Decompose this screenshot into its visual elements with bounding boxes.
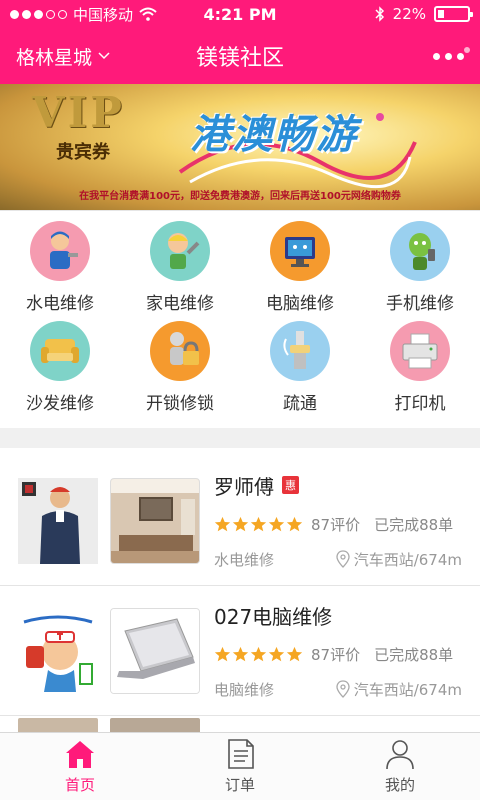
listing-category: 水电维修	[214, 550, 275, 569]
listing-location: 汽车西站/674m	[353, 680, 462, 699]
room-photo	[110, 477, 200, 564]
shop-logo	[18, 607, 98, 694]
printer-icon	[390, 321, 450, 381]
battery-percent: 22%	[392, 5, 426, 23]
plumber-icon	[30, 221, 90, 281]
category-label: 疏通	[283, 394, 317, 414]
tab-profile[interactable]: 我的	[320, 733, 480, 800]
rating-stars	[214, 516, 303, 533]
category-plumbing[interactable]: 水电维修	[0, 221, 120, 321]
category-label: 打印机	[394, 394, 446, 414]
tab-label: 订单	[224, 776, 255, 794]
lock-icon	[150, 321, 210, 381]
category-lock[interactable]: 开锁修锁	[120, 321, 240, 421]
category-label: 家电维修	[146, 294, 214, 314]
banner-promo-text: 在我平台消费满100元，即送免费港澳游，回来后再送100元网络购物券	[79, 191, 401, 202]
signal-dots-icon	[10, 9, 67, 19]
chevron-down-icon	[98, 52, 110, 60]
user-icon	[386, 740, 414, 770]
phone-repair-icon	[390, 221, 450, 281]
category-printer[interactable]: 打印机	[360, 321, 480, 421]
star-icon	[250, 516, 267, 531]
listing-category: 电脑维修	[214, 680, 275, 699]
category-phone[interactable]: 手机维修	[360, 221, 480, 321]
banner-vip-sub: 贵宾券	[56, 142, 110, 163]
listing-list: 罗师傅 惠 87评价 已完成88单 水电维修 汽车西站/674m 027电脑维修…	[0, 448, 480, 732]
review-count: 87评价	[311, 645, 361, 664]
list-item[interactable]: 027电脑维修 87评价 已完成88单 电脑维修 汽车西站/674m	[0, 586, 480, 716]
sofa-icon	[30, 321, 90, 381]
star-icon	[214, 516, 231, 531]
appliance-repair-icon	[150, 221, 210, 281]
next-list-item-peek	[0, 716, 480, 732]
tab-label: 首页	[64, 776, 95, 794]
battery-icon	[434, 6, 473, 22]
listing-location: 汽车西站/674m	[353, 550, 462, 569]
city-label: 格林星城	[16, 46, 93, 69]
category-label: 水电维修	[26, 294, 94, 314]
star-icon	[286, 646, 303, 661]
carrier-label: 中国移动	[73, 5, 134, 24]
category-section: 水电维修 家电维修 电脑维修 手机维修 沙发维修 开锁修锁 疏通 打印机	[0, 210, 480, 428]
star-icon	[214, 646, 231, 661]
star-icon	[250, 646, 267, 661]
rating-stars	[214, 646, 303, 663]
tab-label: 我的	[384, 776, 415, 794]
category-sofa[interactable]: 沙发维修	[0, 321, 120, 421]
completed-orders: 已完成88单	[374, 645, 454, 664]
tab-home[interactable]: 首页	[0, 733, 160, 800]
star-icon	[268, 646, 285, 661]
tab-orders[interactable]: 订单	[160, 733, 320, 800]
banner-vip: VIP	[32, 88, 125, 137]
clock: 4:21 PM	[203, 4, 277, 24]
listing-name: 027电脑维修	[214, 604, 333, 629]
completed-orders: 已完成88单	[374, 515, 454, 534]
promo-banner[interactable]: VIP 贵宾券 港澳畅游 在我平台消费满100元，即送免费港澳游，回来后再送10…	[0, 84, 480, 210]
pipe-icon	[270, 321, 330, 381]
more-icon[interactable]	[433, 46, 470, 66]
tab-bar: 首页 订单 我的	[0, 732, 480, 800]
location-pin-icon	[336, 550, 350, 568]
category-drain[interactable]: 疏通	[240, 321, 360, 421]
review-count: 87评价	[311, 515, 361, 534]
category-label: 开锁修锁	[146, 394, 214, 414]
wifi-icon	[139, 7, 157, 21]
star-icon	[268, 516, 285, 531]
category-label: 沙发维修	[26, 394, 94, 414]
page-title: 镁镁社区	[195, 46, 285, 71]
home-icon	[66, 741, 94, 768]
banner-headline: 港澳畅游	[190, 112, 358, 158]
category-computer[interactable]: 电脑维修	[240, 221, 360, 321]
star-icon	[232, 646, 249, 661]
top-bar: 中国移动 4:21 PM 22% 格林星城 镁镁社区	[0, 0, 480, 84]
category-appliance[interactable]: 家电维修	[120, 221, 240, 321]
bluetooth-icon	[375, 6, 384, 22]
city-selector[interactable]: 格林星城	[16, 43, 110, 70]
discount-badge: 惠	[282, 476, 299, 494]
star-icon	[232, 516, 249, 531]
notification-dot	[464, 46, 470, 53]
category-label: 手机维修	[386, 294, 454, 314]
listing-name: 罗师傅	[214, 474, 274, 499]
nav-bar: 格林星城 镁镁社区	[0, 28, 480, 84]
list-item[interactable]: 罗师傅 惠 87评价 已完成88单 水电维修 汽车西站/674m	[0, 456, 480, 586]
laptop-photo	[110, 607, 200, 694]
computer-repair-icon	[270, 221, 330, 281]
order-icon	[228, 739, 254, 769]
category-label: 电脑维修	[266, 294, 334, 314]
location-pin-icon	[336, 680, 350, 698]
section-divider	[0, 428, 480, 448]
worker-photo	[18, 477, 98, 564]
status-bar: 中国移动 4:21 PM 22%	[0, 0, 480, 28]
star-icon	[286, 516, 303, 531]
